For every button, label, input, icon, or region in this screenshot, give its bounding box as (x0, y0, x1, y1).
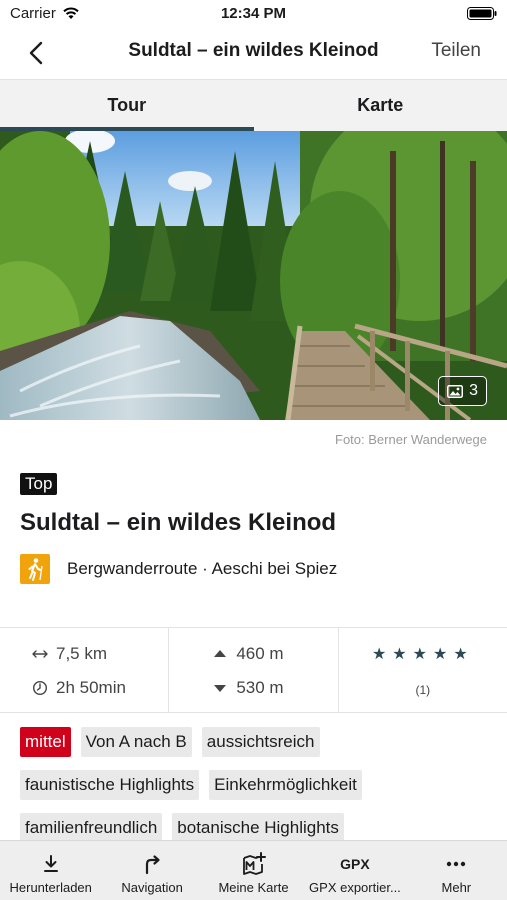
distance-value: 7,5 km (56, 644, 108, 663)
clock-icon (32, 680, 48, 696)
bottom-toolbar: Herunterladen Navigation Meine Karte GPX… (0, 840, 507, 900)
difficulty-tag: mittel (20, 727, 71, 757)
share-button[interactable]: Teilen (431, 40, 481, 62)
rating-count: (1) (415, 683, 431, 697)
battery-icon (467, 7, 497, 20)
tour-photo[interactable]: 3 (0, 131, 507, 420)
hiker-icon (20, 554, 50, 584)
photo-gallery-button[interactable]: 3 (438, 376, 487, 406)
photo-credit: Foto: Berner Wanderwege (335, 432, 487, 447)
star-icon: ★ (412, 646, 433, 663)
gallery-icon (447, 384, 464, 398)
descent-stat: 530 m (212, 678, 284, 698)
descent-value: 530 m (236, 678, 284, 697)
distance-stat: 7,5 km (32, 644, 107, 664)
tag-chip: Einkehrmöglichkeit (209, 770, 362, 800)
tour-category: Bergwanderroute · Aeschi bei Spiez (67, 559, 338, 578)
status-time: 12:34 PM (220, 5, 287, 22)
star-icon: ★ (392, 646, 413, 663)
turn-right-icon (146, 855, 160, 875)
back-button[interactable] (22, 38, 52, 68)
download-icon (43, 855, 58, 872)
download-button[interactable]: Herunterladen (0, 841, 101, 900)
nav-bar: Suldtal – ein wildes Kleinod Teilen (0, 28, 507, 78)
download-label: Herunterladen (9, 880, 92, 895)
gpx-export-button[interactable]: GPX GPX exportier... (304, 841, 405, 900)
forest-stream-photo (0, 131, 507, 420)
star-icon: ★ (371, 646, 393, 663)
segmented-tabs: Tour Karte (0, 79, 507, 131)
descent-triangle-icon (214, 685, 227, 692)
tab-tour[interactable]: Tour (0, 80, 254, 131)
stats-rating[interactable]: ★★★★★ (1) (339, 628, 507, 712)
duration-stat: 2h 50min (32, 678, 126, 698)
add-to-map-icon (242, 852, 266, 875)
gpx-export-label: GPX exportier... (309, 880, 401, 895)
tag-chip: faunistische Highlights (20, 770, 200, 800)
tag-chip: botanische Highlights (172, 813, 344, 843)
ascent-value: 460 m (236, 644, 284, 663)
rating-stars: ★★★★★ (339, 644, 507, 664)
more-label: Mehr (441, 880, 472, 895)
my-map-label: Meine Karte (218, 880, 289, 895)
stats-distance-duration: 7,5 km 2h 50min (0, 628, 170, 712)
tag-chip: Von A nach B (80, 727, 192, 757)
navigation-label: Navigation (121, 880, 183, 895)
star-icon: ★ (453, 646, 474, 663)
tour-tags: mittel Von A nach B aussichtsreich faunisti… (20, 727, 490, 843)
tag-chip: familienfreundlich (20, 813, 163, 843)
tour-stats: 7,5 km 2h 50min 460 m 530 m ★★★★★ (1) (0, 627, 507, 713)
status-bar: Carrier 12:34 PM (0, 0, 507, 28)
ascent-stat: 460 m (212, 644, 284, 664)
distance-arrows-icon (32, 650, 48, 658)
more-button[interactable]: Mehr (406, 841, 507, 900)
tag-chip: aussichtsreich (201, 727, 320, 757)
tour-title: Suldtal – ein wildes Kleinod (20, 509, 337, 536)
my-map-button[interactable]: Meine Karte (203, 841, 304, 900)
gpx-icon: GPX (340, 856, 370, 872)
photo-count-label: 3 (469, 382, 478, 399)
nav-title: Suldtal – ein wildes Kleinod (128, 40, 379, 61)
duration-value: 2h 50min (56, 678, 126, 697)
stats-elevation: 460 m 530 m (169, 628, 339, 712)
navigation-button[interactable]: Navigation (101, 841, 202, 900)
star-icon: ★ (432, 646, 454, 663)
top-badge: Top (20, 473, 58, 495)
more-icon (447, 861, 466, 867)
ascent-triangle-icon (214, 650, 227, 657)
tab-karte[interactable]: Karte (254, 80, 507, 131)
